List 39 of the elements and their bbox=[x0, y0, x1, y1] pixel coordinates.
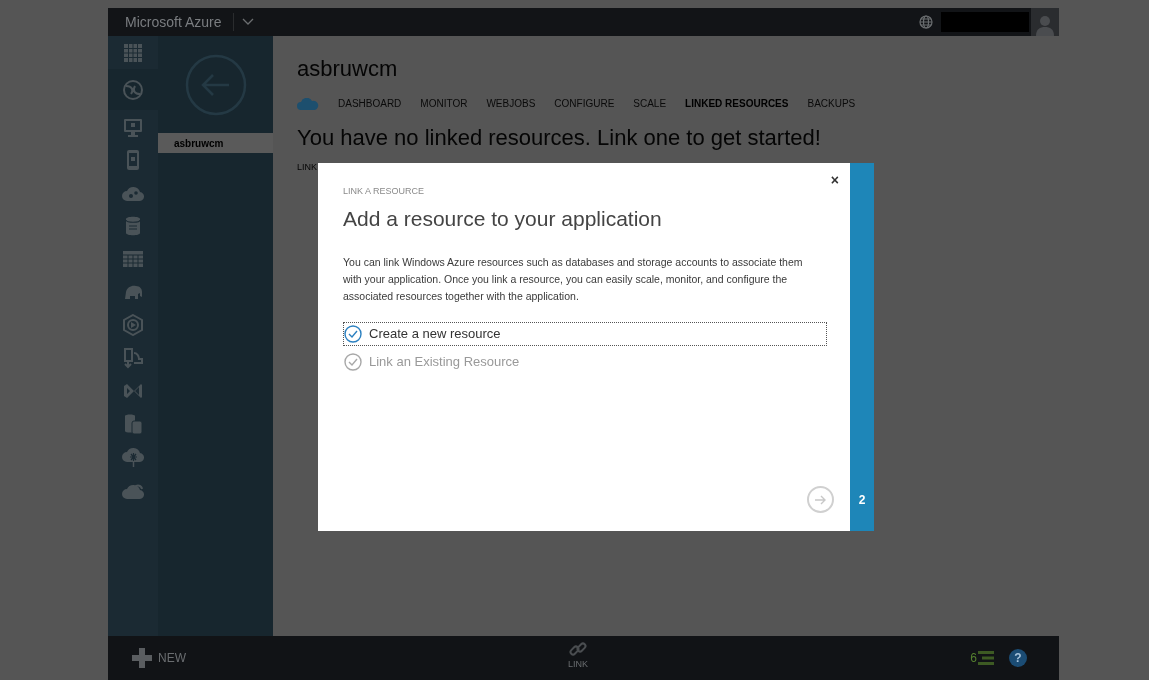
tab[interactable]: LINKED RESOURCES bbox=[685, 96, 789, 111]
empty-state-heading: You have no linked resources. Link one to get started! bbox=[297, 125, 822, 151]
import-icon bbox=[122, 346, 144, 369]
nav-item[interactable]: asbruwcm bbox=[158, 133, 273, 153]
new-button[interactable]: NEW bbox=[132, 648, 186, 668]
dialog-title: Add a resource to your application bbox=[343, 205, 663, 232]
cloud-icon bbox=[297, 97, 319, 110]
notification-count[interactable]: 6 bbox=[970, 649, 977, 667]
check-circle-icon bbox=[344, 352, 362, 371]
dialog-subtitle: LINK A RESOURCE bbox=[343, 185, 426, 198]
close-button[interactable]: × bbox=[830, 173, 839, 187]
avatar[interactable] bbox=[1031, 8, 1059, 36]
tab[interactable]: BACKUPS bbox=[807, 96, 856, 111]
arrow-right-icon bbox=[814, 494, 827, 505]
plus-icon bbox=[132, 648, 152, 668]
chevron-down-icon[interactable] bbox=[242, 18, 255, 26]
next-button[interactable] bbox=[807, 486, 834, 513]
check-circle-icon bbox=[344, 324, 362, 343]
help-button[interactable]: ? bbox=[1009, 649, 1027, 667]
section-label: LINK bbox=[297, 161, 318, 174]
tab[interactable]: SCALE bbox=[633, 96, 667, 111]
link-button[interactable]: LINK bbox=[568, 640, 588, 672]
page-title: asbruwcm bbox=[297, 56, 399, 82]
tab[interactable]: WEBJOBS bbox=[486, 96, 536, 111]
sidebar-item[interactable] bbox=[108, 69, 158, 110]
grid-icon bbox=[122, 41, 144, 64]
play-icon bbox=[122, 313, 144, 336]
brand-title[interactable]: Microsoft Azure bbox=[108, 11, 234, 33]
step-number: 2 bbox=[858, 492, 866, 509]
tab[interactable]: DASHBOARD bbox=[338, 96, 402, 111]
storage-icon bbox=[122, 412, 144, 435]
radio-option[interactable]: Create a new resource bbox=[343, 321, 827, 346]
dialog-description: You can link Windows Azure resources such as databases and storage accounts to associate them with your application. Once you link a resource, you can easily scale, monitor, and configure the associated resources together with the application. bbox=[343, 254, 804, 304]
list-icon[interactable] bbox=[978, 651, 994, 665]
tab[interactable]: MONITOR bbox=[420, 96, 468, 111]
network-cloud-icon bbox=[122, 445, 144, 468]
tab[interactable]: CONFIGURE bbox=[554, 96, 615, 111]
link-icon bbox=[569, 640, 587, 658]
radio-option[interactable]: Link an Existing Resource bbox=[343, 349, 827, 374]
